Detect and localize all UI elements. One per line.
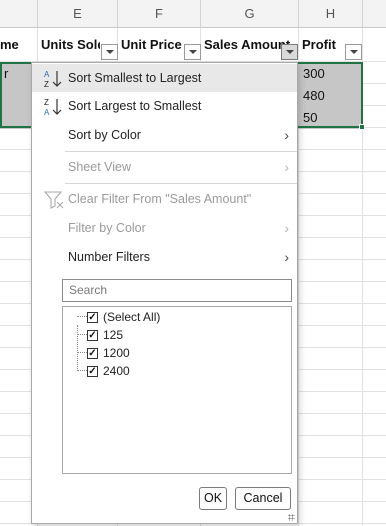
fill-handle[interactable] — [359, 124, 365, 130]
list-item-select-all[interactable]: ✓ (Select All) — [87, 308, 160, 326]
list-item-label: (Select All) — [103, 310, 161, 324]
menu-item-label: Sort by Color — [68, 128, 141, 142]
menu-item-sheet-view: Sheet View › — [32, 153, 297, 181]
checkbox-checked-icon[interactable]: ✓ — [87, 329, 98, 341]
column-header-G[interactable]: G — [201, 0, 299, 28]
tree-line — [77, 316, 87, 317]
chevron-right-icon: › — [284, 127, 289, 143]
filter-dropdown-button-profit[interactable] — [345, 44, 362, 60]
filter-dropdown-button-unit-price[interactable] — [184, 44, 201, 60]
svg-text:A: A — [44, 108, 50, 117]
caret-down-icon — [349, 50, 358, 54]
tree-line — [77, 325, 78, 371]
list-item-label: 125 — [103, 328, 124, 342]
menu-item-label: Sort Smallest to Largest — [68, 71, 202, 85]
search-input[interactable]: Search — [62, 279, 292, 302]
menu-item-sort-by-color[interactable]: Sort by Color › — [32, 121, 297, 149]
caret-down-icon — [105, 50, 114, 54]
menu-item-label: Clear Filter From "Sales Amount" — [68, 192, 252, 206]
menu-item-label: Sheet View — [68, 160, 132, 174]
filter-values-list[interactable]: ✓ (Select All) ✓ 125 ✓ 1200 ✓ 2400 — [62, 306, 292, 474]
chevron-right-icon: › — [284, 159, 289, 175]
header-cell-profit[interactable]: Profit — [299, 28, 345, 62]
tree-line — [77, 352, 87, 353]
checkbox-checked-icon[interactable]: ✓ — [87, 347, 98, 359]
filter-dropdown-button-units-sold[interactable] — [101, 44, 118, 60]
list-item-label: 1200 — [103, 346, 130, 360]
column-header-I[interactable] — [363, 0, 386, 28]
sort-ascending-icon: A Z — [44, 70, 62, 89]
list-item[interactable]: ✓ 1200 — [87, 344, 130, 362]
menu-item-filter-by-color: Filter by Color › — [32, 214, 297, 242]
svg-text:Z: Z — [44, 80, 49, 89]
header-cell-sales-amount[interactable]: Sales Amount — [201, 28, 291, 62]
menu-separator — [65, 183, 297, 184]
chevron-right-icon: › — [284, 220, 289, 236]
chevron-right-icon: › — [284, 249, 289, 265]
svg-text:A: A — [44, 70, 50, 79]
ok-button[interactable]: OK — [199, 487, 227, 510]
resize-grip-icon[interactable] — [288, 514, 295, 521]
caret-down-icon — [188, 50, 197, 54]
menu-item-sort-descending[interactable]: Z A Sort Largest to Smallest — [32, 92, 297, 120]
menu-separator — [65, 151, 297, 152]
column-header-F[interactable]: F — [118, 0, 201, 28]
list-item-label: 2400 — [103, 364, 130, 378]
menu-item-label: Number Filters — [68, 250, 150, 264]
cancel-button[interactable]: Cancel — [235, 487, 291, 510]
header-cell-name[interactable]: me — [0, 28, 37, 62]
menu-item-clear-filter: Clear Filter From "Sales Amount" — [32, 185, 297, 213]
menu-item-number-filters[interactable]: Number Filters › — [32, 243, 297, 271]
list-item[interactable]: ✓ 2400 — [87, 362, 130, 380]
column-header-D[interactable] — [0, 0, 38, 28]
header-cell-units-sold[interactable]: Units Sold — [38, 28, 100, 62]
tree-line — [77, 334, 87, 335]
list-item[interactable]: ✓ 125 — [87, 326, 123, 344]
header-cell-unit-price[interactable]: Unit Price — [118, 28, 184, 62]
checkbox-checked-icon[interactable]: ✓ — [87, 311, 98, 323]
filter-dropdown-button-sales-amount[interactable] — [281, 44, 298, 60]
menu-item-sort-ascending[interactable]: A Z Sort Smallest to Largest — [32, 64, 297, 92]
column-header-E[interactable]: E — [38, 0, 118, 28]
sort-descending-icon: Z A — [44, 98, 62, 117]
clear-filter-icon — [43, 191, 64, 209]
autofilter-menu: A Z Sort Smallest to Largest Z A Sort La… — [31, 62, 298, 524]
tree-line — [77, 370, 87, 371]
caret-down-icon — [285, 50, 294, 54]
menu-item-label: Filter by Color — [68, 221, 146, 235]
checkbox-checked-icon[interactable]: ✓ — [87, 365, 98, 377]
menu-item-label: Sort Largest to Smallest — [68, 99, 202, 113]
svg-text:Z: Z — [44, 98, 49, 107]
column-header-H[interactable]: H — [299, 0, 363, 28]
